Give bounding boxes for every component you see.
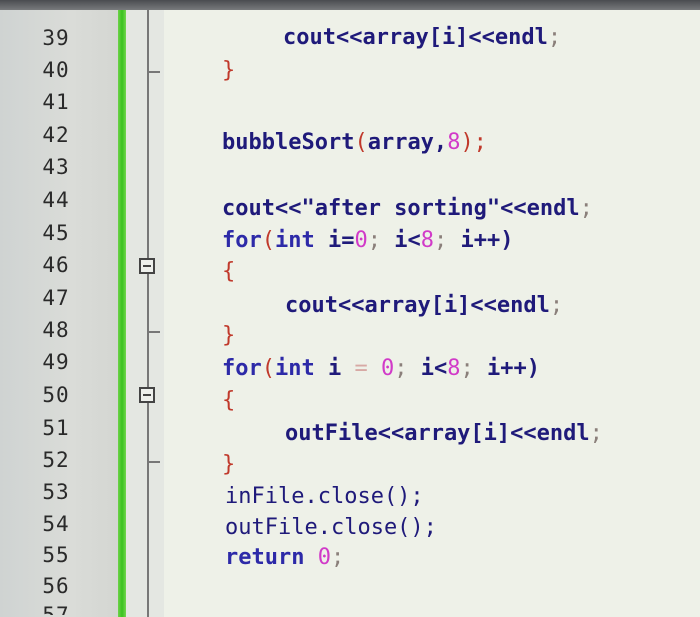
code-line-49[interactable]: for(int i = 0; i<8; i++) [222,356,540,381]
code-line-42[interactable]: bubbleSort(array,8); [222,130,487,155]
code-line-51[interactable]: outFile<<array[i]<<endl; [285,421,603,446]
code-line-47[interactable]: cout<<array[i]<<endl; [285,293,563,318]
line-number: 47 [42,286,70,310]
line-number: 44 [42,188,70,212]
code-line-46[interactable]: { [222,259,235,284]
line-number: 50 [42,383,70,407]
code-line-50[interactable]: { [222,388,235,413]
code-line-53[interactable]: inFile.close(); [225,484,424,509]
line-number: 54 [42,512,70,536]
line-number: 49 [42,350,70,374]
code-line-52[interactable]: } [222,452,235,477]
line-number: 48 [42,318,70,342]
code-line-45[interactable]: for(int i=0; i<8; i++) [222,228,513,253]
fold-end-marker [148,71,160,73]
code-line-54[interactable]: outFile.close(); [225,515,437,540]
code-line-48[interactable]: } [222,323,235,348]
line-number: 51 [42,416,70,440]
code-line-44[interactable]: cout<<"after sorting"<<endl; [222,196,593,221]
line-number: 53 [42,480,70,504]
fold-collapse-icon[interactable] [139,387,155,403]
code-line-40[interactable]: } [222,58,235,83]
line-number: 42 [42,123,70,147]
code-line-39[interactable]: cout<<array[i]<<endl; [283,25,561,50]
line-number: 55 [42,543,70,567]
line-number: 40 [42,58,70,82]
line-number: 45 [42,221,70,245]
fold-margin [126,10,164,617]
line-number: 43 [42,155,70,179]
line-number: 41 [42,90,70,114]
fold-guide-line [147,10,149,617]
line-number: 52 [42,448,70,472]
line-number: 39 [42,26,70,50]
code-line-55[interactable]: return 0; [225,545,344,570]
line-number: 46 [42,253,70,277]
fold-end-marker [148,461,160,463]
line-number: 56 [42,574,70,598]
change-indicator-bar [118,10,126,617]
fold-end-marker [148,331,160,333]
line-number: 57 [42,603,70,615]
fold-collapse-icon[interactable] [139,258,155,274]
